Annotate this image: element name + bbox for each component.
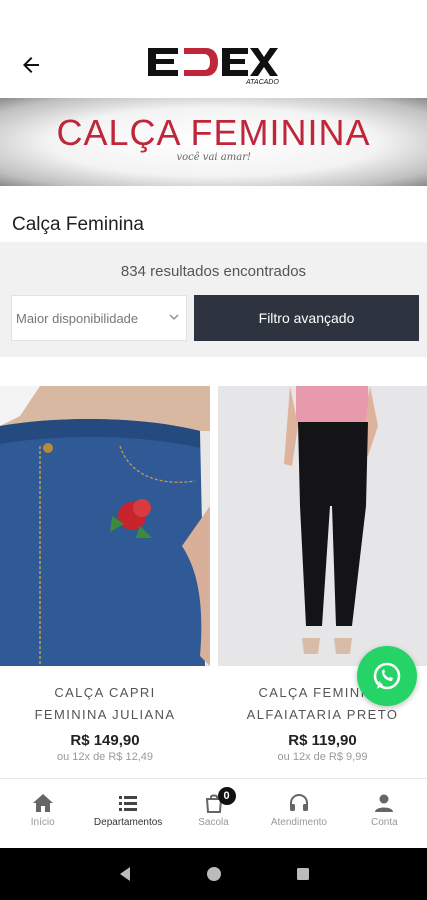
brand-logo[interactable]: ATACADO	[146, 42, 286, 86]
nav-label: Início	[30, 817, 55, 828]
nav-item-conta[interactable]: Conta	[342, 779, 427, 848]
person-icon	[375, 794, 394, 812]
whatsapp-button[interactable]	[357, 646, 417, 706]
product-name[interactable]: CALÇA CAPRI FEMININA JULIANA	[0, 682, 210, 726]
nav-label: Departamentos	[93, 817, 163, 828]
nav-item-inicio[interactable]: Início	[0, 779, 85, 848]
menu-icon	[119, 796, 138, 811]
product-installment: ou 12x de R$ 12,49	[56, 751, 154, 763]
nav-item-sacola[interactable]: 0 Sacola	[171, 779, 256, 848]
system-recents-button[interactable]	[288, 859, 318, 889]
banner-title: CALÇA FEMININA	[56, 112, 371, 153]
product-card[interactable]: CALÇA FEMININA ALFAIATARIA PRETO R$ 119,…	[218, 386, 427, 778]
bottom-navigation: Início Departamentos 0 Sacola Atendiment…	[0, 778, 427, 848]
banner-tagline: você vai amar!	[176, 152, 251, 163]
category-banner: CALÇA FEMININA você vai amar!	[0, 98, 427, 186]
nav-label: Atendimento	[270, 817, 327, 828]
triangle-back-icon	[119, 867, 130, 881]
cart-count-badge: 0	[217, 787, 236, 805]
headset-icon	[289, 793, 308, 811]
product-card[interactable]: CALÇA CAPRI FEMININA JULIANA R$ 149,90 o…	[0, 386, 210, 778]
nav-item-departamentos[interactable]: Departamentos	[85, 779, 170, 848]
arrow-left-icon	[23, 57, 39, 73]
home-icon	[32, 794, 53, 812]
system-home-button[interactable]	[199, 859, 229, 889]
nav-label: Sacola	[198, 817, 229, 828]
circle-home-icon	[206, 867, 221, 881]
app-header: ATACADO	[0, 0, 427, 98]
product-image[interactable]	[0, 386, 210, 666]
product-image[interactable]	[218, 386, 427, 666]
sort-select[interactable]: Maior disponibilidade	[11, 295, 187, 341]
whatsapp-icon	[373, 662, 401, 690]
chevron-down-icon	[169, 314, 179, 320]
system-navigation-bar	[0, 848, 427, 900]
product-price: R$ 119,90	[288, 732, 357, 749]
nav-label: Conta	[370, 817, 398, 828]
square-recents-icon	[296, 868, 309, 880]
product-price: R$ 149,90	[70, 732, 140, 749]
product-grid: CALÇA CAPRI FEMININA JULIANA R$ 149,90 o…	[0, 386, 427, 778]
filter-panel: 834 resultados encontrados Maior disponi…	[0, 242, 427, 357]
page-title: Calça Feminina	[12, 214, 144, 235]
sort-select-value: Maior disponibilidade	[16, 310, 139, 326]
advanced-filter-button[interactable]: Filtro avançado	[194, 295, 419, 341]
svg-text:ATACADO: ATACADO	[245, 79, 279, 86]
results-count: 834 resultados encontrados	[120, 263, 307, 280]
nav-item-atendimento[interactable]: Atendimento	[256, 779, 341, 848]
product-installment: ou 12x de R$ 9,99	[277, 751, 368, 763]
back-button[interactable]	[14, 48, 48, 82]
system-back-button[interactable]	[110, 859, 140, 889]
